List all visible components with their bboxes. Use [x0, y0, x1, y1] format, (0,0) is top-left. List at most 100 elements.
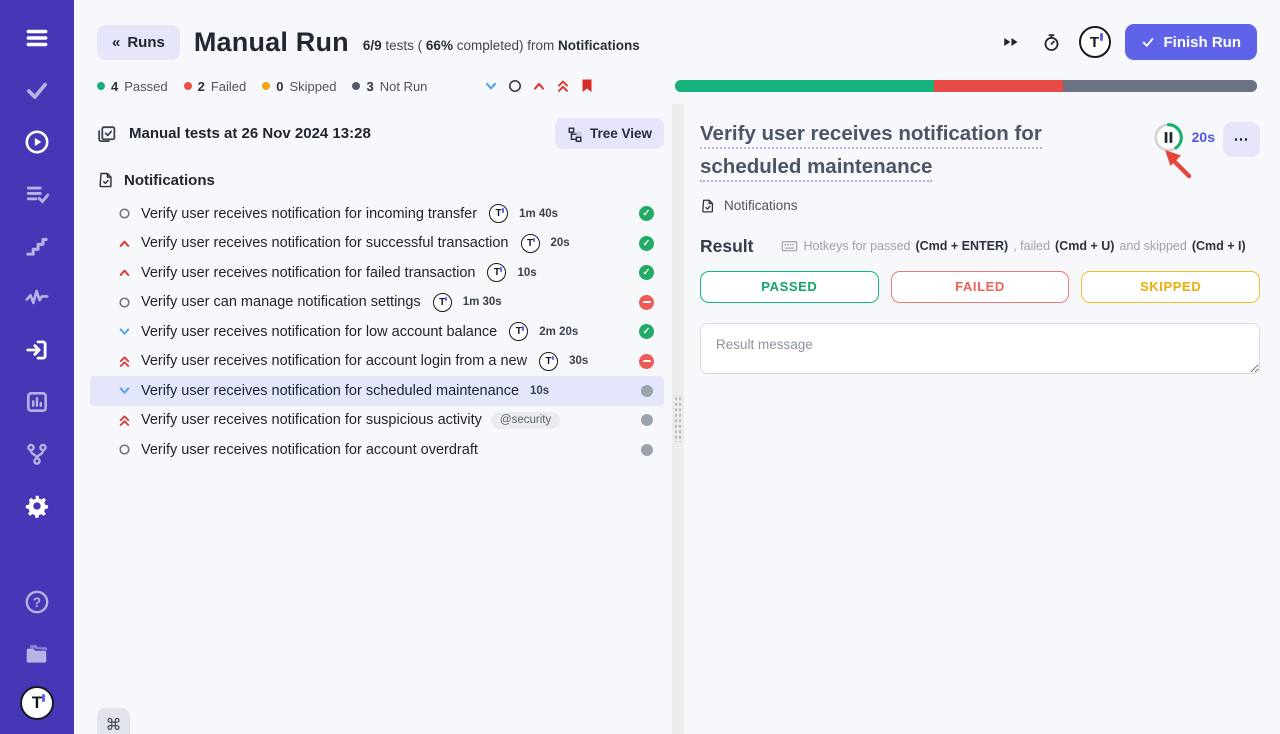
testomat-logo-icon: T [509, 322, 528, 341]
status-badge [641, 385, 653, 397]
test-duration: 2m 20s [539, 326, 578, 338]
command-icon: ⌘ [106, 717, 122, 734]
test-detail-title[interactable]: Verify user receives notification for sc… [700, 118, 1140, 184]
finish-run-label: Finish Run [1164, 34, 1242, 51]
test-duration: 1m 30s [463, 296, 502, 308]
testomat-logo-icon: T [539, 352, 558, 371]
test-row[interactable]: Verify user receives notification for su… [90, 406, 664, 436]
projects-folder-icon[interactable] [17, 634, 57, 674]
failed-dot [184, 82, 192, 90]
suite-folder[interactable]: Notifications [90, 163, 664, 199]
suite-folder-label: Notifications [124, 172, 215, 189]
test-title: Verify user receives notification for in… [141, 206, 477, 222]
priority-high-icon[interactable] [531, 78, 547, 94]
timer-cluster: 20s ⋯ [1153, 118, 1260, 157]
test-row[interactable]: Verify user receives notification for ac… [90, 347, 664, 377]
analytics-nav-icon[interactable] [17, 382, 57, 422]
tests-fraction: 6/9 [363, 38, 382, 53]
result-heading: Result [700, 236, 753, 257]
grip-dots-icon [674, 396, 682, 442]
priority-important-icon[interactable] [555, 78, 571, 94]
status-badge [639, 206, 654, 221]
test-title: Verify user receives notification for lo… [141, 324, 497, 340]
status-badge [639, 354, 654, 369]
plans-nav-icon[interactable] [17, 174, 57, 214]
testomat-logo[interactable]: T [20, 686, 54, 720]
test-row[interactable]: Verify user receives notification for ac… [90, 435, 664, 465]
stopwatch-icon[interactable] [1038, 29, 1065, 56]
pause-timer-button[interactable] [1153, 122, 1184, 153]
fast-forward-icon[interactable] [998, 29, 1024, 55]
back-to-runs-button[interactable]: « Runs [97, 25, 180, 60]
keyboard-icon [781, 239, 798, 253]
priority-critical-bookmark-icon[interactable] [579, 78, 595, 94]
priority-icon [117, 265, 132, 280]
test-detail-panel: Verify user receives notification for sc… [684, 104, 1280, 734]
steps-nav-icon[interactable] [17, 226, 57, 266]
passed-dot [97, 82, 105, 90]
priority-low-icon[interactable] [483, 78, 499, 94]
priority-normal-icon[interactable] [507, 78, 523, 94]
status-badge [639, 265, 654, 280]
test-row[interactable]: Verify user receives notification for su… [90, 229, 664, 259]
test-duration: 10s [530, 385, 549, 397]
status-badge [639, 324, 654, 339]
breadcrumb-label: Notifications [724, 198, 798, 213]
priority-icon [117, 442, 132, 457]
passed-button[interactable]: PASSED [700, 271, 879, 303]
test-duration: 20s [551, 237, 570, 249]
verdict-buttons: PASSED FAILED SKIPPED [700, 271, 1260, 303]
passed-count: 4Passed [97, 79, 168, 94]
branch-nav-icon[interactable] [17, 434, 57, 474]
failed-count: 2Failed [184, 79, 247, 94]
priority-icon [117, 413, 132, 428]
checks-nav-icon[interactable] [17, 70, 57, 110]
menu-icon[interactable] [17, 18, 57, 58]
run-summary: 6/9 tests ( 66% completed) from Notifica… [363, 38, 640, 53]
testomat-logo-icon: T [489, 204, 508, 223]
detail-breadcrumb[interactable]: Notifications [700, 198, 1260, 214]
result-message-input[interactable] [700, 323, 1260, 374]
skipped-button[interactable]: SKIPPED [1081, 271, 1260, 303]
main-area: « Runs Manual Run 6/9 tests ( 66% comple… [74, 0, 1280, 734]
test-title: Verify user can manage notification sett… [141, 294, 421, 310]
testomat-header-logo[interactable]: T [1079, 26, 1111, 58]
finish-run-button[interactable]: Finish Run [1125, 24, 1258, 60]
run-header: Manual tests at 26 Nov 2024 13:28 Tree V… [90, 116, 664, 163]
check-icon [1141, 35, 1155, 49]
testomat-logo-icon: T [521, 234, 540, 253]
tree-icon [567, 126, 583, 142]
import-nav-icon[interactable] [17, 330, 57, 370]
back-to-runs-label: Runs [127, 34, 165, 51]
more-options-button[interactable]: ⋯ [1223, 122, 1260, 157]
progress-passed [675, 80, 933, 92]
help-icon[interactable] [17, 582, 57, 622]
run-progress-bar [675, 80, 1257, 92]
failed-button[interactable]: FAILED [891, 271, 1070, 303]
test-title: Verify user receives notification for fa… [141, 265, 475, 281]
panel-resize-handle[interactable] [672, 104, 684, 734]
test-title: Verify user receives notification for su… [141, 412, 482, 428]
settings-gear-icon[interactable] [17, 486, 57, 526]
run-title: Manual tests at 26 Nov 2024 13:28 [129, 125, 371, 142]
status-badge [639, 236, 654, 251]
test-row[interactable]: Verify user can manage notification sett… [90, 288, 664, 318]
page-title: Manual Run [194, 27, 349, 58]
command-shortcut-button[interactable]: ⌘ [97, 708, 130, 734]
tree-view-button[interactable]: Tree View [555, 118, 664, 149]
test-row[interactable]: Verify user receives notification for fa… [90, 258, 664, 288]
test-title: Verify user receives notification for su… [141, 235, 509, 251]
activity-nav-icon[interactable] [17, 278, 57, 318]
skipped-count: 0Skipped [262, 79, 336, 94]
checklist-icon [96, 123, 117, 144]
hotkeys-hint: Hotkeys for passed (Cmd + ENTER) , faile… [781, 239, 1245, 253]
tree-view-label: Tree View [590, 126, 652, 141]
test-duration: 1m 40s [519, 208, 558, 220]
test-row[interactable]: Verify user receives notification for sc… [90, 376, 664, 406]
progress-failed [934, 80, 1063, 92]
test-row[interactable]: Verify user receives notification for in… [90, 199, 664, 229]
runs-nav-icon[interactable] [17, 122, 57, 162]
notrun-count: 3Not Run [352, 79, 427, 94]
status-row: 4Passed 2Failed 0Skipped 3Not Run [74, 70, 1280, 104]
test-row[interactable]: Verify user receives notification for lo… [90, 317, 664, 347]
